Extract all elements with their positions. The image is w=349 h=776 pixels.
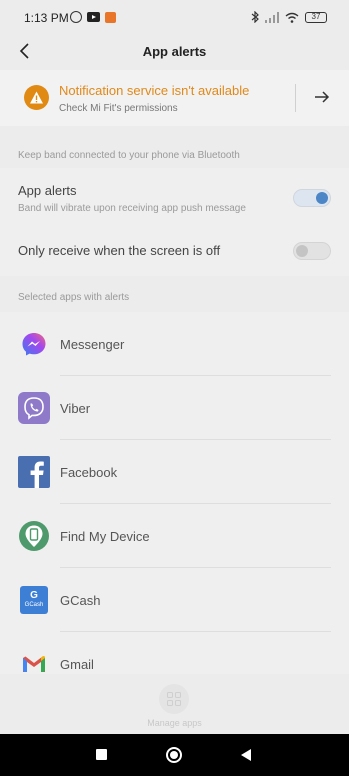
toggle-knob (296, 245, 308, 257)
page-title: App alerts (142, 44, 207, 59)
screen-off-title: Only receive when the screen is off (18, 243, 221, 258)
notification-warning-banner[interactable]: Notification service isn't available Che… (0, 70, 349, 126)
grid-icon (167, 692, 181, 706)
toggle-knob (316, 192, 328, 204)
status-icons-right: 37 (251, 11, 327, 23)
system-back-icon[interactable] (241, 749, 251, 761)
status-time: 1:13 PM (24, 11, 69, 25)
screen-off-toggle[interactable] (293, 242, 331, 260)
gcash-icon-letter: G (30, 590, 38, 601)
list-item-messenger[interactable]: Messenger (0, 312, 349, 376)
app-alerts-toggle[interactable] (293, 189, 331, 207)
list-item-gcash[interactable]: G GCash GCash (0, 568, 349, 632)
status-bar: 1:13 PM 37 (0, 0, 349, 36)
app-alerts-subtitle: Band will vibrate upon receiving app pus… (18, 203, 246, 214)
selected-apps-list: Messenger Viber Facebook Find My Device … (0, 312, 349, 674)
notice-divider (295, 84, 296, 112)
status-icons-left (70, 11, 116, 23)
wifi-icon (285, 12, 299, 23)
app-name: Find My Device (60, 529, 150, 544)
gcash-icon: G GCash (20, 586, 48, 614)
notice-subtitle: Check Mi Fit's permissions (59, 103, 178, 114)
app-name: Viber (60, 401, 91, 416)
messenger-icon (18, 328, 50, 360)
recent-apps-icon[interactable] (96, 749, 107, 760)
list-item-facebook[interactable]: Facebook (0, 440, 349, 504)
app-name: Messenger (60, 337, 125, 352)
bluetooth-icon (251, 11, 259, 23)
manage-apps-button[interactable] (159, 684, 189, 714)
warning-icon (24, 85, 49, 110)
system-navigation-bar (0, 734, 349, 776)
youtube-icon (87, 12, 100, 22)
app-name: GCash (60, 593, 101, 608)
notice-title: Notification service isn't available (59, 83, 250, 98)
app-name: Gmail (60, 657, 94, 672)
alert-settings-card: App alerts Band will vibrate upon receiv… (0, 168, 349, 276)
list-item-viber[interactable]: Viber (0, 376, 349, 440)
signal-icon (265, 11, 279, 23)
find-my-device-icon (18, 520, 50, 552)
app-notification-icon (105, 11, 116, 23)
app-name: Facebook (60, 465, 118, 480)
list-item-gmail[interactable]: Gmail (0, 632, 349, 674)
gmail-icon (18, 648, 50, 674)
viber-icon (18, 392, 50, 424)
bottom-action-area: Manage apps (0, 674, 349, 734)
gcash-icon-wordmark: GCash (24, 602, 44, 608)
apps-section-label: Selected apps with alerts (18, 292, 130, 303)
facebook-icon (18, 456, 50, 488)
manage-apps-label[interactable]: Manage apps (0, 718, 349, 728)
home-icon[interactable] (166, 747, 182, 763)
page-header: App alerts (0, 36, 349, 68)
bluetooth-section-label: Keep band connected to your phone via Bl… (18, 150, 240, 161)
list-item-find-my-device[interactable]: Find My Device (0, 504, 349, 568)
alarm-icon (70, 11, 82, 23)
battery-icon: 37 (305, 11, 327, 23)
arrow-right-icon[interactable] (314, 89, 330, 105)
app-alerts-title: App alerts (18, 183, 77, 198)
